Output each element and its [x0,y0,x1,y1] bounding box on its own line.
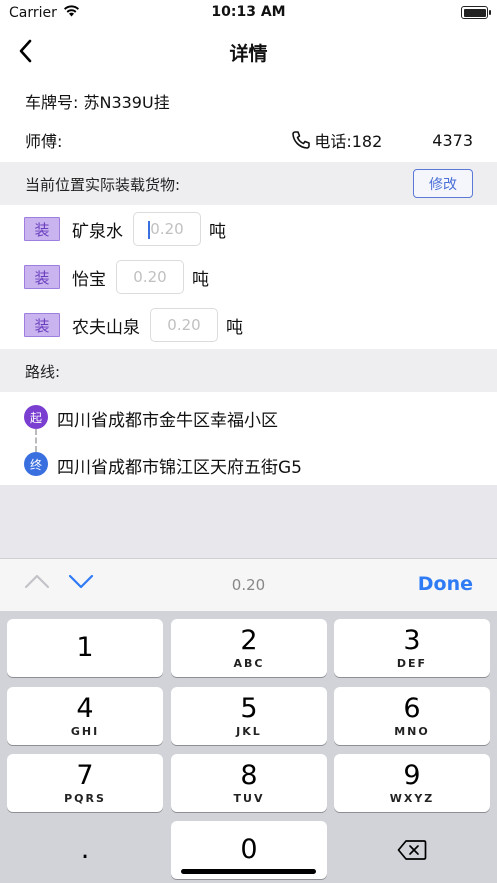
key-3[interactable]: 3 DEF [334,619,490,677]
text-cursor [148,221,150,239]
route-panel: 起 四川省成都市金牛区幸福小区 终 四川省成都市锦江区天府五街G5 [0,392,497,485]
key-digit: 9 [403,759,421,791]
keyboard-accessory-bar: 0.20 Done [0,558,497,611]
page-title: 详情 [229,43,268,65]
done-button[interactable]: Done [418,573,473,595]
quantity-placeholder: 0.20 [150,220,184,238]
quantity-input[interactable]: 0.20 [150,308,218,342]
key-digit: 5 [240,692,258,724]
key-1[interactable]: 1 [7,619,163,677]
unit-label: 吨 [209,221,226,242]
key-digit: 0 [240,834,258,865]
end-address: 四川省成都市锦江区天府五街G5 [57,458,302,478]
goods-name: 怡宝 [72,269,106,290]
delete-key[interactable] [334,821,490,879]
key-letters: TUV [233,791,265,805]
key-9[interactable]: 9 WXYZ [334,754,490,812]
start-address: 四川省成都市金牛区幸福小区 [57,411,278,431]
key-letters: DEF [396,656,428,670]
key-8[interactable]: 8 TUV [171,754,327,812]
route-section-header: 路线: [0,349,497,392]
key-digit: 7 [76,759,94,791]
quantity-input[interactable]: 0.20 [133,212,201,246]
key-letters: MNO [394,724,430,738]
key-digit: 2 [240,624,258,656]
edit-button[interactable]: 修改 [413,169,473,198]
key-letters: PQRS [64,791,106,805]
key-letters: JKL [236,724,262,738]
key-digit: 3 [403,624,421,656]
quantity-placeholder: 0.20 [133,268,167,286]
status-time: 10:13 AM [211,4,286,20]
phone-link[interactable]: 电话:182 4373 [291,128,473,152]
driver-info: 车牌号: 苏N339U挂 师傅: 电话:182 4373 [0,78,497,162]
load-badge: 装 [24,313,60,337]
list-item: 装 怡宝 0.20 吨 [24,260,209,294]
key-7[interactable]: 7 PQRS [7,754,163,812]
key-digit: 8 [240,759,258,791]
goods-list: 装 矿泉水 0.20 吨 装 怡宝 0.20 吨 装 农夫山泉 0.20 吨 [0,205,497,349]
goods-name: 农夫山泉 [72,317,140,338]
quantity-input[interactable]: 0.20 [116,260,184,294]
key-decimal[interactable]: . [7,821,163,879]
goods-section-label: 当前位置实际装载货物: [25,176,181,194]
key-4[interactable]: 4 GHI [7,687,163,745]
key-6[interactable]: 6 MNO [334,687,490,745]
status-bar: Carrier 10:13 AM [0,0,497,26]
key-letters: GHI [70,724,100,738]
quantity-placeholder: 0.20 [167,316,201,334]
start-point-icon: 起 [24,405,48,429]
route-section-label: 路线: [25,363,61,381]
list-item: 装 农夫山泉 0.20 吨 [24,308,243,342]
goods-section-header: 当前位置实际装载货物: 修改 [0,162,497,205]
load-badge: 装 [24,265,60,289]
navigation-bar: 详情 [0,26,497,78]
plate-number: 车牌号: 苏N339U挂 [25,93,170,112]
phone-tail: 4373 [432,130,473,150]
number-keypad: 1 2 ABC 3 DEF 4 GHI 5 JKL 6 MNO 7 PQRS 8… [0,611,497,883]
end-point-icon: 终 [24,452,48,476]
battery-icon [461,6,491,19]
key-digit: . [80,834,90,865]
driver-name: 师傅: [25,132,63,151]
key-2[interactable]: 2 ABC [171,619,327,677]
route-connector [35,429,37,452]
phone-icon [292,131,311,149]
key-letters: WXYZ [389,791,435,805]
home-indicator [181,869,316,874]
list-item: 装 矿泉水 0.20 吨 [24,212,226,246]
key-letters: ABC [233,656,265,670]
unit-label: 吨 [226,317,243,338]
key-digit: 6 [403,692,421,724]
load-badge: 装 [24,217,60,241]
backspace-icon [397,840,427,860]
key-digit: 4 [76,692,94,724]
key-5[interactable]: 5 JKL [171,687,327,745]
goods-name: 矿泉水 [72,221,123,242]
phone-label: 电话:182 [314,132,383,151]
unit-label: 吨 [192,269,209,290]
key-digit: 1 [76,632,94,663]
